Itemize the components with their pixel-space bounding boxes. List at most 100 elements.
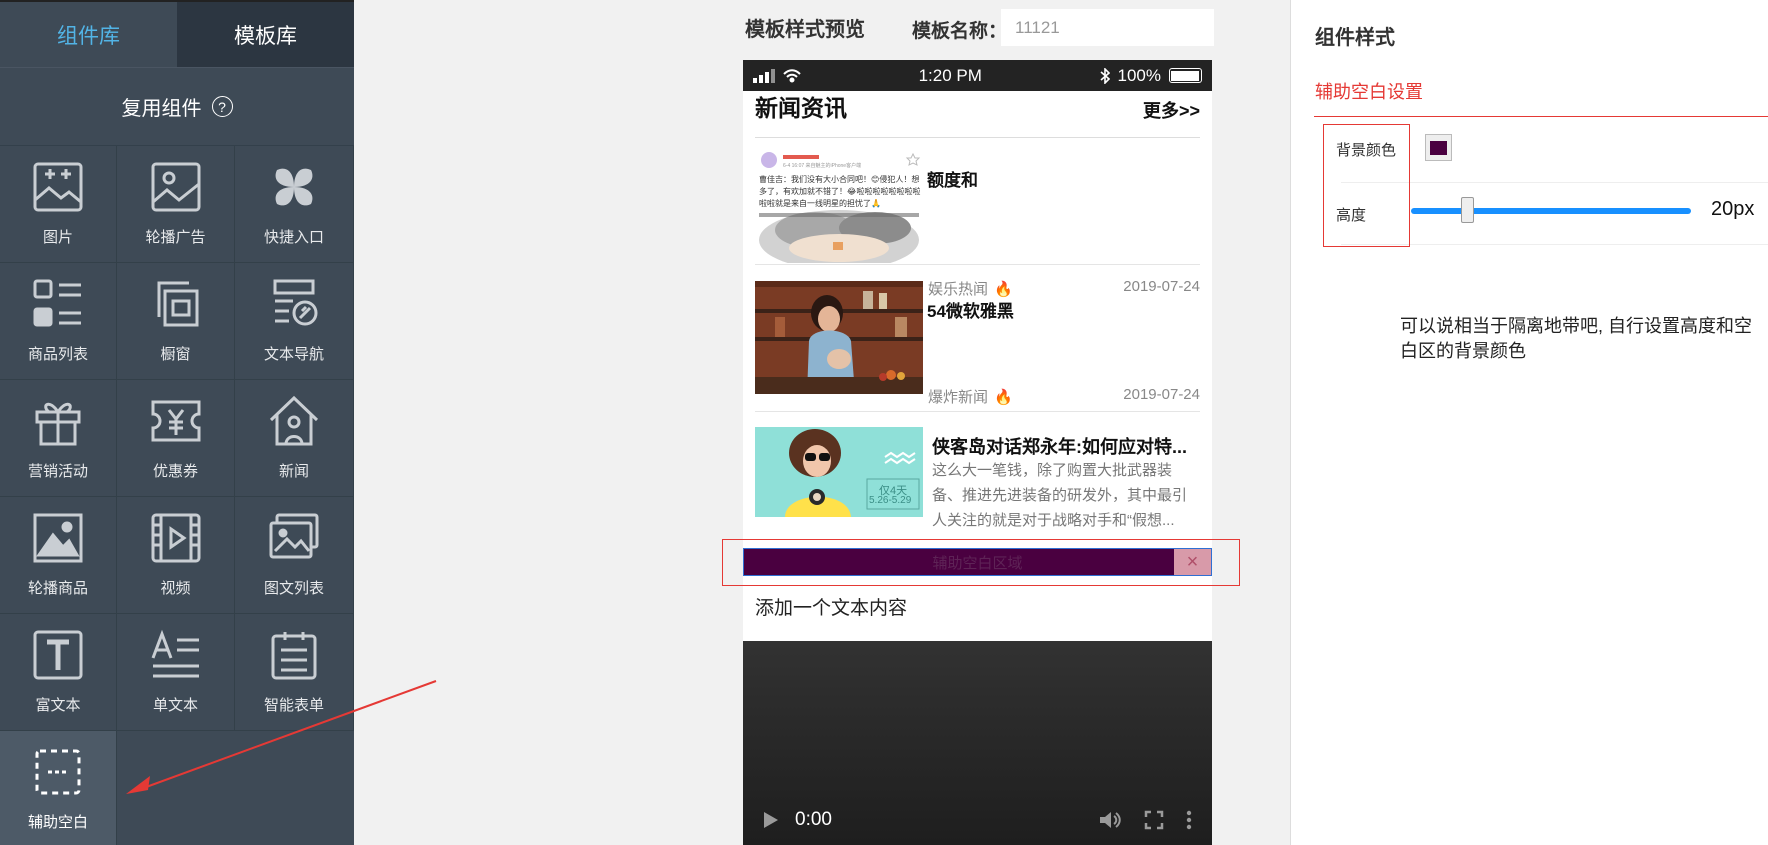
component-image[interactable]: 图片 [0, 146, 117, 263]
more-options-icon[interactable] [1186, 810, 1192, 830]
component-single-text[interactable]: 单文本 [117, 614, 235, 731]
preview-title: 模板样式预览 [745, 19, 865, 41]
bg-color-label: 背景颜色 [1336, 142, 1397, 159]
component-label: 智能表单 [263, 697, 324, 714]
component-label: 图文列表 [263, 580, 324, 597]
component-sidebar: 组件库 模板库 复用组件 ? 图片 轮播广告 快捷入口 商品列表 橱窗 文本导航… [0, 0, 354, 845]
bg-color-swatch [1430, 140, 1447, 155]
component-label: 轮播商品 [27, 580, 88, 597]
product-list-icon [33, 279, 81, 327]
panel-title: 组件样式 [1315, 27, 1395, 49]
component-video[interactable]: 视频 [117, 497, 235, 614]
signal-icon [753, 68, 775, 83]
rich-text-icon [33, 630, 83, 680]
component-label: 营销活动 [27, 463, 88, 480]
fire-icon: 🔥 [994, 389, 1013, 406]
status-bar: 1:20 PM 100% [743, 60, 1212, 91]
component-showcase[interactable]: 橱窗 [117, 263, 235, 380]
news-category: 爆炸新闻 [928, 389, 989, 406]
component-label: 图片 [42, 229, 73, 246]
status-time: 1:20 PM [918, 65, 982, 85]
news-thumbnail: 仅4天 5.26-5.29 [755, 427, 923, 517]
annotation-note: 可以说相当于隔离地带吧, 自行设置高度和空白区的背景颜色 [1400, 316, 1752, 361]
component-rich-text[interactable]: 富文本 [0, 614, 117, 731]
component-label: 商品列表 [27, 346, 88, 363]
height-slider-handle[interactable] [1461, 197, 1474, 223]
blank-space-icon [35, 749, 81, 795]
text-content-block[interactable]: 添加一个文本内容 [755, 593, 907, 620]
component-news[interactable]: 新闻 [235, 380, 354, 497]
phone-preview: 1:20 PM 100% 新闻资讯 更多>> 6-4 16:07 来自魅主的iP… [743, 60, 1212, 845]
close-icon[interactable]: × [1174, 549, 1211, 575]
component-label: 富文本 [35, 697, 81, 714]
component-carousel-product[interactable]: 轮播商品 [0, 497, 117, 614]
smart-form-icon [271, 632, 317, 680]
component-coupon[interactable]: 优惠券 [117, 380, 235, 497]
row-divider [1341, 244, 1768, 245]
component-label: 视频 [160, 580, 191, 597]
image-text-list-icon [269, 513, 319, 559]
news-thumbnail: 6-4 16:07 来自魅主的iPhone客户端 曹佳吉：我们没有大小合同吧！😊… [755, 148, 923, 263]
news-item[interactable]: 6-4 16:07 来自魅主的iPhone客户端 曹佳吉：我们没有大小合同吧！😊… [755, 138, 1200, 298]
component-label: 文本导航 [263, 346, 324, 363]
news-header: 新闻资讯 更多>> [755, 91, 1200, 138]
component-label: 快捷入口 [263, 229, 324, 246]
component-label: 辅助空白 [27, 814, 88, 831]
play-icon[interactable] [763, 811, 779, 829]
component-grid: 图片 轮播广告 快捷入口 商品列表 橱窗 文本导航 营销活动 优惠券 新闻 轮播… [0, 146, 354, 845]
news-item[interactable]: 54微软雅黑 爆炸新闻 🔥 2019-07-24 [755, 265, 1200, 412]
component-label: 橱窗 [160, 346, 191, 363]
component-image-text-list[interactable]: 图文列表 [235, 497, 354, 614]
news-item[interactable]: 仅4天 5.26-5.29 侠客岛对话郑永年:如何应对特... 这么大一笔钱，除… [755, 412, 1200, 529]
blank-space-area[interactable]: 辅助空白区域 × [743, 548, 1212, 576]
component-carousel-ad[interactable]: 轮播广告 [117, 146, 235, 263]
bg-color-picker[interactable] [1425, 134, 1452, 161]
carousel-ad-icon [151, 162, 200, 212]
text-nav-icon [273, 279, 318, 326]
battery-percent: 100% [1117, 65, 1161, 85]
image-add-icon [33, 162, 83, 212]
component-smart-form[interactable]: 智能表单 [235, 614, 354, 731]
showcase-icon [157, 281, 198, 327]
news-title: 额度和 [927, 171, 978, 190]
video-player[interactable]: 0:00 [743, 641, 1212, 845]
tab-template-library[interactable]: 模板库 [177, 2, 354, 67]
carousel-product-icon [33, 513, 83, 563]
bluetooth-icon [1099, 67, 1110, 84]
news-more-link[interactable]: 更多>> [1143, 97, 1200, 123]
component-label: 轮播广告 [145, 229, 206, 246]
thumbnail-meta: 6-4 16:07 来自魅主的iPhone客户端 [783, 163, 862, 169]
tab-component-library[interactable]: 组件库 [0, 2, 177, 67]
component-marketing[interactable]: 营销活动 [0, 380, 117, 497]
template-name-input[interactable] [1001, 9, 1214, 46]
shortcut-entry-icon [275, 168, 313, 206]
promo-dates: 5.26-5.29 [869, 495, 912, 506]
video-time: 0:00 [795, 809, 832, 830]
news-section-title: 新闻资讯 [755, 95, 847, 121]
news-thumbnail [755, 281, 923, 394]
component-label: 单文本 [152, 697, 198, 714]
house-icon [269, 395, 319, 446]
component-style-panel: 组件样式 辅助空白设置 背景颜色 高度 20px 可以说相当于隔离地带吧, 自行… [1290, 0, 1768, 845]
battery-icon [1168, 68, 1202, 83]
fullscreen-icon[interactable] [1144, 810, 1164, 830]
news-meta: 爆炸新闻 🔥 2019-07-24 [928, 386, 1200, 407]
news-date: 2019-07-24 [1123, 386, 1200, 403]
help-icon[interactable]: ? [211, 96, 233, 117]
gift-icon [35, 402, 81, 446]
sidebar-tabs: 组件库 模板库 [0, 0, 354, 67]
thumbnail-caption: 曹佳吉：我们没有大小合同吧！😊侵犯人！想多了，有欢加就不错了！😂啦啦啦啦啦啦啦啦… [759, 175, 921, 208]
row-divider [1341, 182, 1768, 183]
video-icon [151, 513, 200, 563]
reuse-components-header: 复用组件 ? [0, 67, 354, 146]
height-slider-track[interactable] [1411, 208, 1691, 214]
panel-subtitle: 辅助空白设置 [1315, 82, 1423, 102]
volume-icon[interactable] [1098, 810, 1122, 830]
component-blank-space[interactable]: 辅助空白 [0, 731, 117, 845]
component-text-nav[interactable]: 文本导航 [235, 263, 354, 380]
section-title: 复用组件 [121, 98, 202, 120]
component-product-list[interactable]: 商品列表 [0, 263, 117, 380]
blank-space-label: 辅助空白区域 [932, 554, 1023, 572]
height-label: 高度 [1336, 207, 1367, 224]
component-shortcut[interactable]: 快捷入口 [235, 146, 354, 263]
